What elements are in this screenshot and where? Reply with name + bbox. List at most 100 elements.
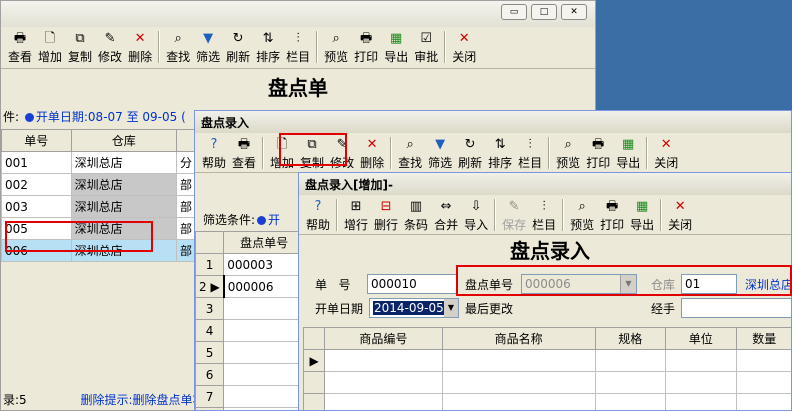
print-button[interactable]: 🖶 打印 [583, 135, 613, 171]
print-button[interactable]: 🖶 查看 [5, 29, 35, 65]
table-cell[interactable] [594, 393, 667, 410]
column-header-order[interactable]: 单号 [1, 129, 72, 152]
find-button[interactable]: ⌕ 查找 [163, 29, 193, 65]
column-header[interactable] [302, 327, 326, 350]
export-button[interactable]: ▦ 导出 [627, 197, 657, 233]
ref-number-select[interactable]: 000006 ▼ [521, 274, 637, 294]
close-window-button[interactable]: ✕ [561, 4, 587, 20]
delete-button[interactable]: ✕ 删除 [357, 135, 387, 171]
table-cell[interactable] [665, 393, 737, 410]
print-button[interactable]: 🖶 打印 [351, 29, 381, 65]
table-cell[interactable] [324, 349, 443, 372]
handler-field[interactable] [681, 298, 791, 318]
close-button[interactable]: ✕ 关闭 [449, 29, 479, 65]
maximize-button[interactable]: □ [531, 4, 557, 20]
refresh-button[interactable]: ↻ 刷新 [455, 135, 485, 171]
table-row[interactable]: 005 深圳总店部 [1, 217, 201, 240]
toolbar-separator [444, 31, 447, 63]
copy-button[interactable]: ⧉ 复制 [297, 135, 327, 171]
copy-button[interactable]: ⧉ 复制 [65, 29, 95, 65]
table-row[interactable] [302, 371, 791, 394]
minimize-button[interactable]: ▭ [501, 4, 527, 20]
import-button[interactable]: ⇩ 导入 [461, 197, 491, 233]
table-cell[interactable] [441, 393, 596, 410]
table-row[interactable]: 5 [195, 341, 305, 364]
help-button[interactable]: ? 帮助 [199, 135, 229, 171]
table-cell[interactable] [665, 349, 737, 372]
view-button[interactable]: 🖶 查看 [229, 135, 259, 171]
delete-row-icon: ⊟ [380, 198, 392, 214]
toolbar-label: 关闭 [452, 50, 477, 64]
export-button[interactable]: ▦ 导出 [613, 135, 643, 171]
column-header-ref[interactable]: 盘点单号 [223, 231, 305, 254]
table-row[interactable]: 006 深圳总店部 [1, 239, 201, 262]
close-button[interactable]: ✕ 关闭 [651, 135, 681, 171]
table-cell[interactable] [441, 349, 596, 372]
table-cell[interactable] [665, 371, 737, 394]
table-row[interactable]: 001 深圳总店分 [1, 151, 201, 174]
toolbar-label: 筛选 [196, 50, 221, 64]
find-button[interactable]: ⌕ 查找 [395, 135, 425, 171]
save-button[interactable]: ✎ 保存 [499, 197, 529, 233]
column-header[interactable]: 规格 [594, 327, 667, 350]
toolbar-label: 修改 [98, 50, 123, 64]
warehouse-name[interactable]: 深圳总店 [745, 276, 791, 293]
table-cell[interactable] [735, 371, 791, 394]
edit-button[interactable]: ✎ 修改 [95, 29, 125, 65]
table-cell[interactable] [594, 349, 667, 372]
filter-button[interactable]: ▼ 筛选 [193, 29, 223, 65]
columns-icon: ⫶ [542, 198, 546, 214]
table-row[interactable]: ▶ [302, 349, 791, 372]
filter-button[interactable]: ▼ 筛选 [425, 135, 455, 171]
column-header[interactable]: 商品名称 [441, 327, 596, 350]
add-button[interactable]: 🗋 增加 [267, 135, 297, 171]
table-cell[interactable] [324, 393, 443, 410]
order-number-field[interactable]: 000010 [367, 274, 457, 294]
table-row[interactable]: 002 深圳总店部 [1, 173, 201, 196]
sort-button[interactable]: ⇅ 排序 [485, 135, 515, 171]
table-row[interactable]: 2 ▶ 000006 [195, 275, 305, 298]
column-header-warehouse[interactable]: 仓库 [70, 129, 178, 152]
table-row[interactable]: 4 [195, 319, 305, 342]
delete-row-button[interactable]: ⊟ 删行 [371, 197, 401, 233]
stock-entry-add-window: 盘点录入[增加]- ? 帮助 ⊞ 增行 ⊟ 删行 ▥ 条码 ⇔ 合并 ⇩ 导入 ✎ 保存 ⫶ 栏目 ⌕ 预览 🖶 打印… [298, 172, 792, 411]
print-button[interactable]: 🖶 打印 [597, 197, 627, 233]
barcode-button[interactable]: ▥ 条码 [401, 197, 431, 233]
close-button[interactable]: ✕ 关闭 [665, 197, 695, 233]
table-cell[interactable] [324, 371, 443, 394]
merge-button[interactable]: ⇔ 合并 [431, 197, 461, 233]
column-header[interactable]: 数量 [735, 327, 791, 350]
date-field[interactable]: 2014-09-05 ▼ [369, 298, 459, 318]
table-row[interactable]: 3 [195, 297, 305, 320]
column-header[interactable]: 单位 [665, 327, 737, 350]
columns-button[interactable]: ⫶ 栏目 [515, 135, 545, 171]
preview-button[interactable]: ⌕ 预览 [321, 29, 351, 65]
table-cell[interactable] [594, 371, 667, 394]
table-row[interactable]: 7 [195, 385, 305, 408]
table-row[interactable] [302, 393, 791, 410]
export-button[interactable]: ▦ 导出 [381, 29, 411, 65]
approve-button[interactable]: ☑ 审批 [411, 29, 441, 65]
edit-button[interactable]: ✎ 修改 [327, 135, 357, 171]
delete-button[interactable]: ✕ 删除 [125, 29, 155, 65]
table-cell[interactable] [735, 393, 791, 410]
columns-button[interactable]: ⫶ 栏目 [529, 197, 559, 233]
add-row-button[interactable]: ⊞ 增行 [341, 197, 371, 233]
preview-button[interactable]: ⌕ 预览 [567, 197, 597, 233]
date-value: 2014-09-05 [373, 301, 445, 315]
table-cell[interactable] [441, 371, 596, 394]
warehouse-code-field[interactable]: 01 [681, 274, 737, 294]
sort-button[interactable]: ⇅ 排序 [253, 29, 283, 65]
table-row[interactable]: 6 [195, 363, 305, 386]
help-button[interactable]: ? 帮助 [303, 197, 333, 233]
columns-icon: ⫶ [528, 136, 532, 152]
table-row[interactable]: 003 深圳总店部 [1, 195, 201, 218]
column-header[interactable]: 商品编号 [324, 327, 443, 350]
preview-button[interactable]: ⌕ 预览 [553, 135, 583, 171]
table-row[interactable]: 8 [195, 407, 305, 410]
table-row[interactable]: 1 000003 [195, 253, 305, 276]
add-button[interactable]: 🗋 增加 [35, 29, 65, 65]
refresh-button[interactable]: ↻ 刷新 [223, 29, 253, 65]
columns-button[interactable]: ⫶ 栏目 [283, 29, 313, 65]
table-cell[interactable] [735, 349, 791, 372]
